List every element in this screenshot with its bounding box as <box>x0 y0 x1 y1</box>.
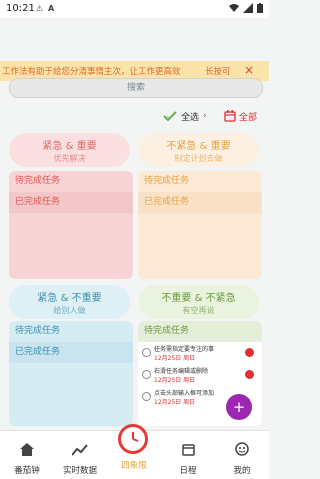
task-item[interactable]: 右滑任务编辑或删除 12月25日 周日 <box>138 364 262 386</box>
pending-tasks-row[interactable]: 待完成任务 <box>138 321 262 342</box>
quadrant-head-not-urgent-not-important[interactable]: 不重要 & 不紧急 有空再说 <box>138 285 259 319</box>
play-icon[interactable] <box>245 370 254 379</box>
home-icon <box>20 443 34 456</box>
banner-long-press-button[interactable]: 长按可 <box>205 65 231 77</box>
pending-tasks-row[interactable]: 待完成任务 <box>9 321 133 342</box>
task-date: 12月25日 周日 <box>154 377 196 384</box>
task-checkbox[interactable] <box>142 370 151 379</box>
completed-tasks-row[interactable]: 已完成任务 <box>9 342 133 363</box>
quadrant-subtitle: 有空再说 <box>182 306 215 315</box>
quadrant-subtitle: 优先解决 <box>53 154 86 163</box>
quadrant-title: 不重要 & 不紧急 <box>161 293 236 304</box>
calendar-icon <box>224 110 236 122</box>
quadrant-title: 不紧急 & 重要 <box>166 141 231 152</box>
check-icon <box>163 111 177 121</box>
task-item[interactable]: 任务需指定要专注的事 12月25日 周日 <box>138 342 262 364</box>
battery-icon <box>257 3 263 13</box>
signal-icon <box>243 3 253 13</box>
task-checkbox[interactable] <box>142 392 151 401</box>
play-icon[interactable] <box>245 348 254 357</box>
search-input[interactable]: 搜索 <box>9 78 263 98</box>
quadrant-head-urgent-important[interactable]: 紧急 & 重要 优先解决 <box>9 133 130 167</box>
nav-item-schedule[interactable]: 日程 <box>161 441 215 476</box>
wifi-icon <box>229 4 239 12</box>
clock-icon[interactable] <box>118 424 148 454</box>
nav-item-profile[interactable]: 我的 <box>215 441 269 476</box>
completed-tasks-row[interactable]: 已完成任务 <box>138 192 262 213</box>
nav-label: 四象限 <box>121 461 147 471</box>
chart-icon <box>71 444 88 456</box>
task-checkbox[interactable] <box>142 348 151 357</box>
task-text: 任务需指定要专注的事 <box>154 346 215 353</box>
select-all-label: 全选 <box>181 112 200 123</box>
nav-label: 日程 <box>179 466 197 476</box>
add-task-button[interactable]: + <box>226 394 252 420</box>
banner-text: 工作法有助于给您分清事情主次，让工作更高效 <box>2 67 181 77</box>
status-time: 10:21 <box>6 3 35 14</box>
nav-item-realtime-data[interactable]: 实时数据 <box>53 441 107 476</box>
task-date: 12月25日 周日 <box>154 355 196 362</box>
chevron-right-icon: › <box>203 111 207 121</box>
close-icon[interactable]: × <box>244 63 254 77</box>
alert-icon: ⚠ <box>36 4 44 13</box>
quadrant-head-urgent-not-important[interactable]: 紧急 & 不重要 给别人做 <box>9 285 130 319</box>
task-text: 右滑任务编辑或删除 <box>154 368 209 375</box>
quadrant-title: 紧急 & 重要 <box>42 141 97 152</box>
select-all-button[interactable]: 全选 › <box>163 108 207 124</box>
quadrant-title: 紧急 & 不重要 <box>37 293 102 304</box>
nav-item-pomodoro[interactable]: 番茄钟 <box>0 441 54 476</box>
quadrant-head-not-urgent-important[interactable]: 不紧急 & 重要 制定计划去做 <box>138 133 259 167</box>
filter-all-button[interactable]: 全部 <box>224 108 257 124</box>
task-date: 12月25日 周日 <box>154 399 196 406</box>
nav-label: 番茄钟 <box>14 466 40 476</box>
quadrant-subtitle: 给别人做 <box>53 306 86 315</box>
nav-label: 实时数据 <box>62 466 97 476</box>
a-icon: A <box>48 4 55 13</box>
completed-tasks-row[interactable]: 已完成任务 <box>9 192 133 213</box>
quadrant-subtitle: 制定计划去做 <box>174 154 223 163</box>
quadrant-card-urgent-important[interactable]: 待完成任务 已完成任务 <box>9 171 133 279</box>
task-text: 点击头部输入框可添加 <box>154 390 215 397</box>
calendar-icon <box>181 444 195 456</box>
pending-tasks-row[interactable]: 待完成任务 <box>9 171 133 192</box>
nav-item-quadrant[interactable]: 四象限 <box>107 455 161 471</box>
pending-tasks-row[interactable]: 待完成任务 <box>138 171 262 192</box>
status-bar: 10:21 ⚠ A <box>0 0 269 18</box>
nav-label: 我的 <box>233 466 251 476</box>
filter-all-label: 全部 <box>239 112 258 123</box>
quadrant-card-not-urgent-important[interactable]: 待完成任务 已完成任务 <box>138 171 262 279</box>
quadrant-card-urgent-not-important[interactable]: 待完成任务 已完成任务 <box>9 321 133 426</box>
profile-icon <box>235 442 249 456</box>
